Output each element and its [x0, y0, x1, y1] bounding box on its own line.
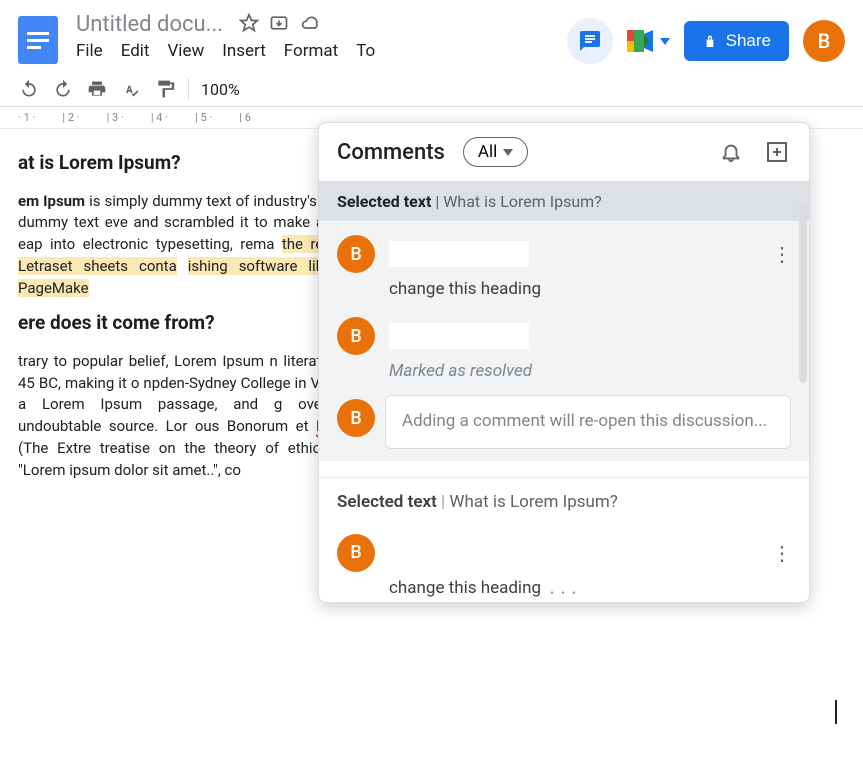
commenter-name-redacted — [389, 540, 529, 566]
paint-format-button[interactable] — [154, 78, 176, 100]
selected-text-header[interactable]: Selected text | What is Lorem Ipsum? — [319, 477, 809, 520]
meet-button[interactable] — [627, 30, 670, 52]
comment-thread: Selected text | What is Lorem Ipsum? B ⋮… — [319, 477, 809, 602]
move-icon[interactable] — [269, 13, 289, 33]
menu-bar: File Edit View Insert Format To — [76, 41, 567, 61]
ruler-tick: | 2 · — [62, 111, 79, 124]
comments-filter-chip[interactable]: All — [463, 137, 528, 167]
ruler-tick: · 1 · — [18, 111, 35, 124]
account-avatar[interactable]: B — [803, 20, 845, 62]
separator — [188, 78, 189, 100]
comment-text: change this heading — [389, 578, 791, 598]
comment-thread: Selected text | What is Lorem Ipsum? B ⋮… — [319, 181, 809, 461]
toolbar: 100% — [0, 70, 863, 107]
commenter-avatar: B — [337, 534, 375, 572]
commenter-avatar: B — [337, 317, 375, 355]
comment-menu-button[interactable]: ⋮ — [772, 541, 791, 565]
comment-entry: B ⋮ change this heading — [319, 221, 809, 303]
new-comment-button[interactable] — [763, 138, 791, 166]
document-title[interactable]: Untitled docu... — [76, 12, 223, 37]
reply-input[interactable]: Adding a comment will re-open this discu… — [385, 395, 791, 449]
menu-tools[interactable]: To — [356, 41, 375, 61]
menu-view[interactable]: View — [167, 41, 204, 61]
text-cursor — [835, 700, 837, 724]
scrollbar[interactable] — [799, 203, 807, 383]
menu-file[interactable]: File — [76, 41, 103, 61]
chevron-down-icon — [660, 38, 670, 45]
open-comments-button[interactable] — [567, 18, 613, 64]
ruler-tick: | 5 · — [195, 111, 212, 124]
spellcheck-button[interactable] — [120, 78, 142, 100]
comment-menu-button[interactable]: ⋮ — [772, 242, 791, 266]
menu-insert[interactable]: Insert — [222, 41, 266, 61]
redo-button[interactable] — [52, 78, 74, 100]
title-area: Untitled docu... File Edit View Insert F… — [76, 12, 567, 61]
ruler-tick: | 6 — [239, 111, 251, 124]
commenter-name-redacted — [389, 323, 529, 349]
comment-text: change this heading — [389, 279, 791, 299]
star-icon[interactable] — [239, 13, 259, 33]
comment-status: Marked as resolved — [389, 361, 791, 381]
commenter-name-redacted — [389, 241, 529, 267]
cloud-status-icon[interactable] — [299, 13, 321, 33]
panel-drag-handle[interactable]: • • • — [550, 586, 578, 600]
notifications-button[interactable] — [717, 138, 745, 166]
ruler-tick: | 4 · — [151, 111, 168, 124]
comments-title: Comments — [337, 140, 445, 165]
undo-button[interactable] — [18, 78, 40, 100]
share-button[interactable]: Share — [684, 21, 789, 61]
header-actions: Share B — [567, 18, 845, 64]
comment-entry: B Marked as resolved — [319, 303, 809, 385]
menu-format[interactable]: Format — [284, 41, 338, 61]
docs-logo[interactable] — [18, 16, 58, 64]
ruler-tick: | 3 · — [107, 111, 124, 124]
comments-panel: Comments All Selected text | What is Lor… — [318, 122, 810, 603]
commenter-avatar: B — [337, 235, 375, 273]
share-label: Share — [726, 31, 771, 51]
app-header: Untitled docu... File Edit View Insert F… — [0, 0, 863, 64]
chevron-down-icon — [503, 149, 513, 156]
comments-panel-header: Comments All — [319, 123, 809, 181]
zoom-level[interactable]: 100% — [201, 80, 240, 99]
print-button[interactable] — [86, 78, 108, 100]
selected-text-header[interactable]: Selected text | What is Lorem Ipsum? — [319, 181, 809, 221]
menu-edit[interactable]: Edit — [121, 41, 150, 61]
commenter-avatar: B — [337, 399, 375, 437]
